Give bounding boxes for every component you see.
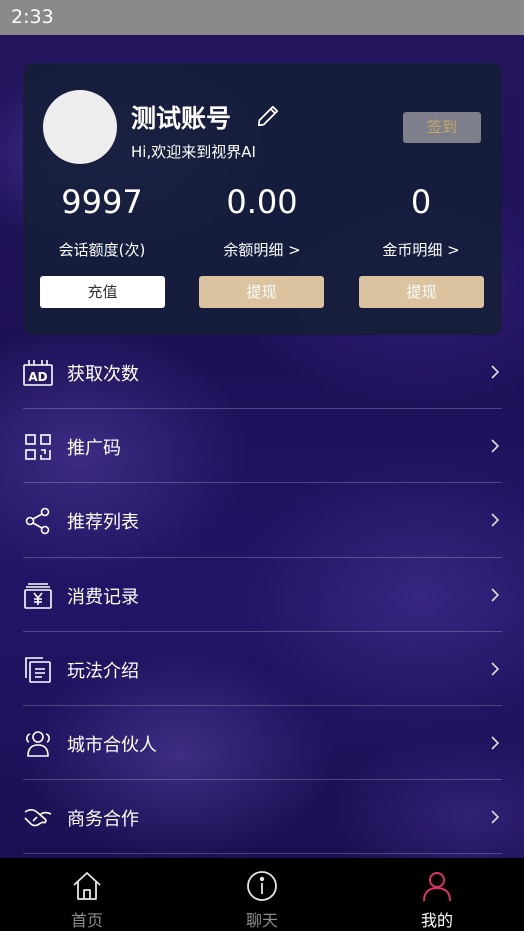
document-icon (25, 656, 51, 683)
coins-detail-link[interactable]: 金币明细 > (346, 239, 496, 260)
ad-icon: AD (23, 360, 53, 386)
menu-item-promo-code[interactable]: 推广码 (23, 409, 502, 484)
profile-card: 测试账号 Hi,欢迎来到视界AI 签到 9997 会话额度(次) 充值 0.00… (23, 63, 502, 335)
tab-label: 聊天 (245, 911, 278, 930)
avatar[interactable] (43, 90, 117, 164)
share-icon (25, 508, 50, 535)
menu-label: 商务合作 (67, 809, 139, 831)
menu-item-gameplay-intro[interactable]: 玩法介绍 (23, 632, 502, 706)
chevron-right-icon (491, 365, 500, 379)
handshake-icon (24, 809, 52, 827)
balance-detail-link[interactable]: 余额明细 > (187, 239, 337, 260)
menu-label: 获取次数 (67, 364, 139, 385)
menu-item-consumption-records[interactable]: 消费记录 (23, 558, 502, 632)
recharge-button[interactable]: 充值 (40, 276, 165, 308)
withdraw-coins-button[interactable]: 提现 (359, 276, 484, 308)
withdraw-balance-button[interactable]: 提现 (199, 276, 324, 308)
menu-list: AD 获取次数 推广码 推荐列表 消费记录 玩法介绍 城市合伙人 商务合作 (23, 335, 502, 855)
chevron-right-icon (491, 662, 500, 676)
tab-bar: 首页 聊天 我的 (0, 858, 524, 931)
menu-label: 消费记录 (67, 586, 139, 608)
username: 测试账号 (131, 104, 232, 133)
chevron-right-icon (491, 810, 500, 824)
person-icon (423, 872, 451, 902)
greeting-text: Hi,欢迎来到视界AI (131, 143, 256, 161)
balance-value: 0.00 (226, 183, 298, 221)
qr-code-icon (25, 434, 51, 460)
menu-label: 推广码 (67, 438, 121, 460)
menu-item-business-cooperation[interactable]: 商务合作 (23, 780, 502, 855)
menu-label: 推荐列表 (67, 512, 139, 534)
tab-label: 我的 (420, 911, 453, 930)
chevron-right-icon (491, 736, 500, 750)
signin-button[interactable]: 签到 (403, 112, 481, 143)
status-bar: 2:33 (0, 0, 524, 35)
menu-label: 玩法介绍 (67, 660, 139, 682)
chevron-right-icon (491, 439, 500, 453)
coins-value: 0 (410, 183, 432, 221)
chevron-right-icon (491, 587, 500, 602)
menu-label: 城市合伙人 (67, 734, 157, 756)
tab-mine[interactable]: 我的 (350, 858, 524, 931)
menu-item-city-partner[interactable]: 城市合伙人 (23, 706, 502, 781)
tab-home[interactable]: 首页 (0, 858, 174, 931)
tab-label: 首页 (70, 911, 103, 930)
svg-text:AD: AD (28, 370, 47, 384)
session-quota-label: 会话额度(次) (58, 241, 146, 259)
menu-item-get-times[interactable]: AD 获取次数 (23, 335, 502, 410)
menu-item-referral-list[interactable]: 推荐列表 (23, 483, 502, 558)
info-icon (247, 871, 277, 901)
chevron-right-icon (491, 513, 500, 527)
status-time: 2:33 (11, 6, 54, 28)
yuan-receipt-icon (24, 582, 52, 609)
people-icon (26, 731, 50, 757)
tab-chat[interactable]: 聊天 (175, 858, 349, 931)
pencil-icon[interactable] (255, 103, 281, 129)
session-quota-value: 9997 (61, 183, 143, 221)
home-icon (73, 872, 101, 900)
